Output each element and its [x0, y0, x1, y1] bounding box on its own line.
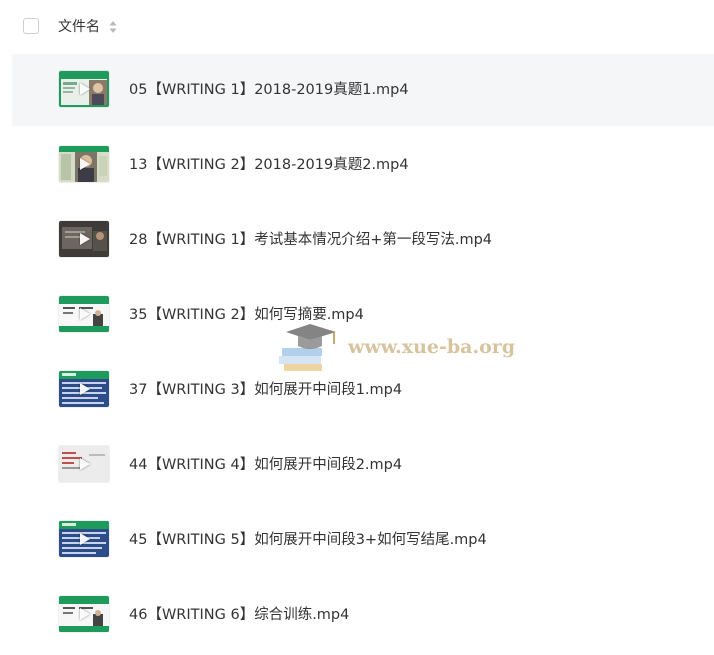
video-thumbnail[interactable] — [59, 71, 109, 107]
file-name[interactable]: 28【WRITING 1】考试基本情况介绍+第一段写法.mp4 — [129, 228, 492, 252]
file-list-header: 文件名 — [0, 0, 714, 52]
video-thumbnail[interactable] — [59, 371, 109, 407]
file-row[interactable]: 45【WRITING 5】如何展开中间段3+如何写结尾.mp4 — [12, 504, 714, 576]
file-name[interactable]: 44【WRITING 4】如何展开中间段2.mp4 — [129, 453, 402, 477]
video-thumbnail[interactable] — [59, 221, 109, 257]
file-row[interactable]: 28【WRITING 1】考试基本情况介绍+第一段写法.mp4 — [12, 204, 714, 276]
file-name[interactable]: 45【WRITING 5】如何展开中间段3+如何写结尾.mp4 — [129, 528, 487, 552]
file-row[interactable]: 13【WRITING 2】2018-2019真题2.mp4 — [12, 129, 714, 201]
play-icon — [80, 383, 90, 395]
watermark: www.xue-ba.org — [276, 318, 516, 380]
sort-icon[interactable] — [109, 20, 117, 34]
play-icon — [80, 608, 90, 620]
file-name[interactable]: 13【WRITING 2】2018-2019真题2.mp4 — [129, 153, 409, 177]
play-icon — [80, 83, 90, 95]
column-title-filename[interactable]: 文件名 — [58, 17, 100, 37]
watermark-text: www.xue-ba.org — [348, 336, 516, 358]
play-icon — [80, 458, 90, 470]
file-row[interactable]: 46【WRITING 6】综合训练.mp4 — [12, 579, 714, 651]
graduation-cap-logo-icon — [279, 324, 336, 371]
video-thumbnail[interactable] — [59, 296, 109, 332]
file-name[interactable]: 37【WRITING 3】如何展开中间段1.mp4 — [129, 378, 402, 402]
select-all-checkbox[interactable] — [23, 18, 39, 34]
video-thumbnail[interactable] — [59, 446, 109, 482]
video-thumbnail[interactable] — [59, 146, 109, 182]
play-icon — [80, 158, 90, 170]
play-icon — [80, 533, 90, 545]
play-icon — [80, 308, 90, 320]
file-name[interactable]: 46【WRITING 6】综合训练.mp4 — [129, 603, 349, 627]
file-row[interactable]: 05【WRITING 1】2018-2019真题1.mp4 — [12, 54, 714, 126]
file-name[interactable]: 05【WRITING 1】2018-2019真题1.mp4 — [129, 78, 409, 102]
file-row[interactable]: 44【WRITING 4】如何展开中间段2.mp4 — [12, 429, 714, 501]
video-thumbnail[interactable] — [59, 521, 109, 557]
play-icon — [80, 233, 90, 245]
video-thumbnail[interactable] — [59, 596, 109, 632]
